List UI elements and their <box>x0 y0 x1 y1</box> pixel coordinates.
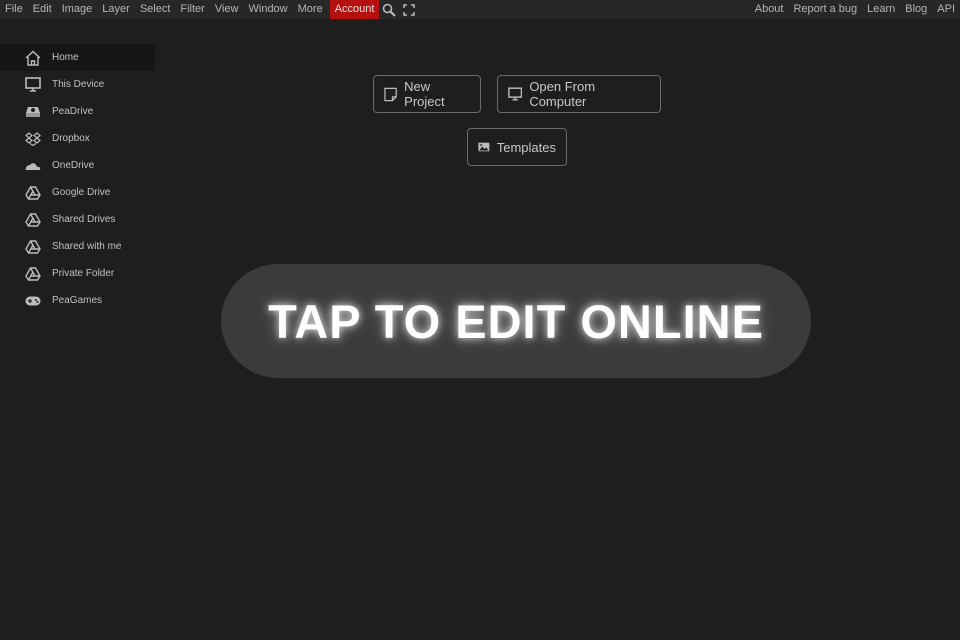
menu-filter[interactable]: Filter <box>175 0 209 19</box>
sidebar-item-label: PeaGames <box>52 295 103 306</box>
sidebar-item-shared-drives[interactable]: Shared Drives <box>0 206 155 233</box>
link-learn[interactable]: Learn <box>862 0 900 19</box>
new-document-icon <box>384 87 397 101</box>
account-button[interactable]: Account <box>329 0 380 19</box>
tap-to-edit-overlay[interactable]: TAP TO EDIT ONLINE <box>221 264 811 378</box>
templates-button[interactable]: Templates <box>467 128 567 166</box>
sidebar-item-label: Dropbox <box>52 133 90 144</box>
monitor-icon <box>508 87 523 101</box>
menu-edit[interactable]: Edit <box>28 0 57 19</box>
open-from-computer-button[interactable]: Open From Computer <box>497 75 661 113</box>
sidebar-item-dropbox[interactable]: Dropbox <box>0 125 155 152</box>
google-drive-icon <box>24 266 42 282</box>
templates-label: Templates <box>496 139 556 155</box>
google-drive-icon <box>24 212 42 228</box>
sidebar-item-label: PeaDrive <box>52 106 94 117</box>
sidebar-item-peadrive[interactable]: PeaDrive <box>0 98 155 125</box>
home-icon <box>24 50 42 66</box>
monitor-icon <box>24 77 42 93</box>
sidebar-item-peagames[interactable]: PeaGames <box>0 287 155 314</box>
sidebar-item-label: Shared with me <box>52 241 122 252</box>
link-blog[interactable]: Blog <box>900 0 932 19</box>
dropbox-icon <box>24 131 42 147</box>
menu-view[interactable]: View <box>210 0 244 19</box>
google-drive-icon <box>24 185 42 201</box>
gamepad-icon <box>24 293 42 309</box>
drive-icon <box>24 104 42 120</box>
menu-image[interactable]: Image <box>57 0 98 19</box>
google-drive-icon <box>24 239 42 255</box>
sidebar-item-label: This Device <box>52 79 105 90</box>
sidebar-item-home[interactable]: Home <box>0 44 155 71</box>
search-icon[interactable] <box>379 0 399 19</box>
new-project-button[interactable]: New Project <box>373 75 481 113</box>
menu-window[interactable]: Window <box>244 0 293 19</box>
sidebar-item-label: Shared Drives <box>52 214 116 225</box>
cloud-icon <box>24 158 42 174</box>
sidebar-item-private-folder[interactable]: Private Folder <box>0 260 155 287</box>
open-from-computer-label: Open From Computer <box>529 79 596 109</box>
menu-more[interactable]: More <box>293 0 328 19</box>
sidebar-item-label: OneDrive <box>52 160 95 171</box>
sidebar: Home This Device PeaDrive Dropbox OneDri… <box>0 44 155 314</box>
sidebar-item-shared-with-me[interactable]: Shared with me <box>0 233 155 260</box>
menu-file[interactable]: File <box>0 0 28 19</box>
sidebar-item-label: Google Drive <box>52 187 111 198</box>
link-report-bug[interactable]: Report a bug <box>788 0 862 19</box>
sidebar-item-label: Home <box>52 52 79 63</box>
sidebar-item-label: Private Folder <box>52 268 115 279</box>
menu-select[interactable]: Select <box>135 0 176 19</box>
fullscreen-icon[interactable] <box>399 0 419 19</box>
menu-bar: File Edit Image Layer Select Filter View… <box>0 0 960 19</box>
new-project-label: New Project <box>404 79 445 109</box>
sidebar-item-onedrive[interactable]: OneDrive <box>0 152 155 179</box>
image-icon <box>478 142 490 152</box>
sidebar-item-this-device[interactable]: This Device <box>0 71 155 98</box>
link-api[interactable]: API <box>932 0 960 19</box>
tap-to-edit-label: TAP TO EDIT ONLINE <box>268 294 764 348</box>
link-about[interactable]: About <box>750 0 789 19</box>
menu-layer[interactable]: Layer <box>97 0 135 19</box>
sidebar-item-google-drive[interactable]: Google Drive <box>0 179 155 206</box>
